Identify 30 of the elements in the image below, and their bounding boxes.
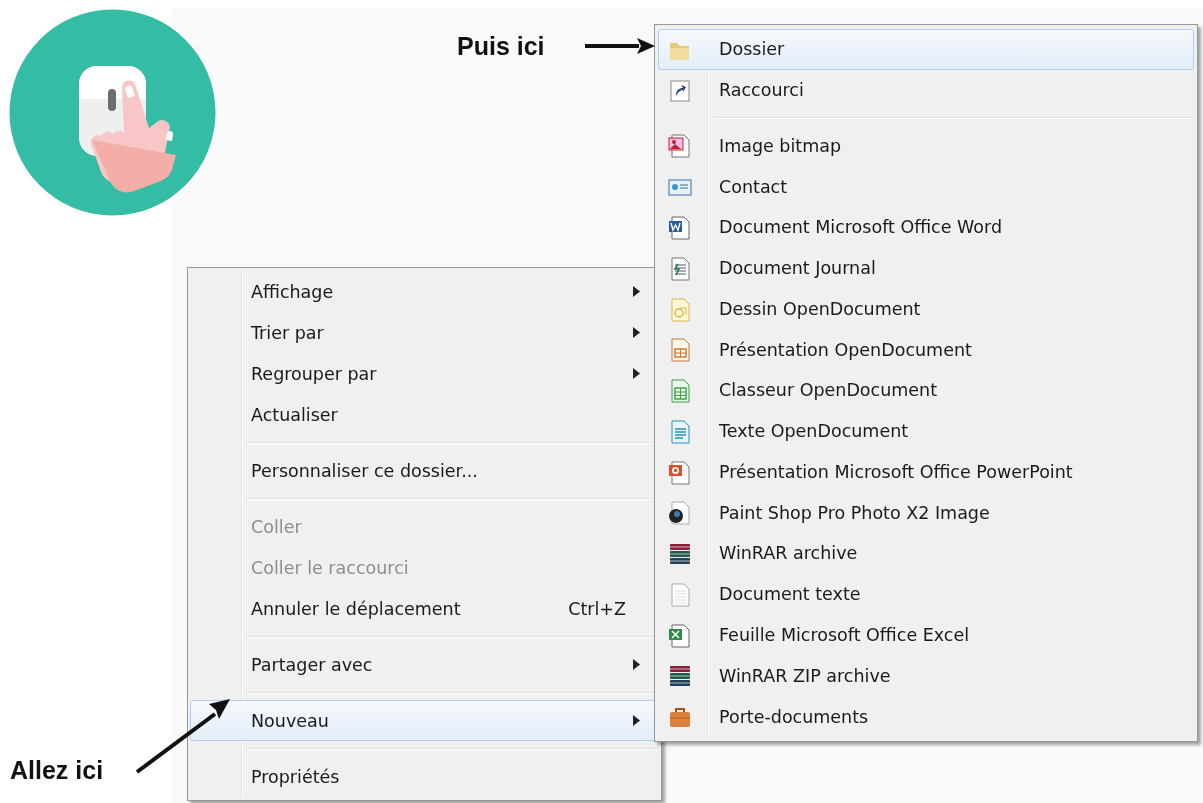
menu-item[interactable]: Présentation Microsoft Office PowerPoint: [658, 451, 1194, 493]
excel-document-icon: [667, 623, 693, 648]
menu-item[interactable]: Contact: [658, 166, 1194, 207]
stacked-books-icon: [667, 664, 693, 689]
shortcut-icon: [667, 78, 693, 103]
menu-item[interactable]: Raccourci: [658, 69, 1194, 111]
menu-item[interactable]: Image bitmap: [658, 125, 1194, 167]
menu-item[interactable]: Dossier: [658, 29, 1194, 70]
powerpoint-document-icon: [667, 460, 693, 485]
menu-item[interactable]: Document Microsoft Office Word: [658, 206, 1194, 248]
word-document-icon: [667, 215, 693, 240]
briefcase-icon: [667, 705, 693, 730]
annotation-label: Puis ici: [457, 32, 545, 61]
menu-item[interactable]: WinRAR archive: [658, 533, 1194, 574]
annotation-label: Allez ici: [10, 756, 104, 785]
menu-item[interactable]: Dessin OpenDocument: [658, 288, 1194, 330]
menu-item[interactable]: Propriétés: [190, 756, 659, 797]
menu-item[interactable]: Présentation OpenDocument: [658, 329, 1194, 371]
menu-item[interactable]: Texte OpenDocument: [658, 410, 1194, 452]
menu-item[interactable]: Document Journal: [658, 247, 1194, 289]
shortcut-label: Ctrl+Z: [568, 598, 626, 619]
menu-item[interactable]: Porte-documents: [658, 696, 1194, 737]
menu-item[interactable]: Document texte: [658, 573, 1194, 615]
stacked-books-icon: [667, 542, 693, 567]
menu-item[interactable]: Classeur OpenDocument: [658, 370, 1194, 411]
menu-item[interactable]: WinRAR ZIP archive: [658, 655, 1194, 697]
menu-item[interactable]: Paint Shop Pro Photo X2 Image: [658, 492, 1194, 534]
image-file-icon: [667, 134, 693, 159]
image-document-icon: [667, 501, 693, 526]
menu-item[interactable]: Feuille Microsoft Office Excel: [658, 614, 1194, 656]
